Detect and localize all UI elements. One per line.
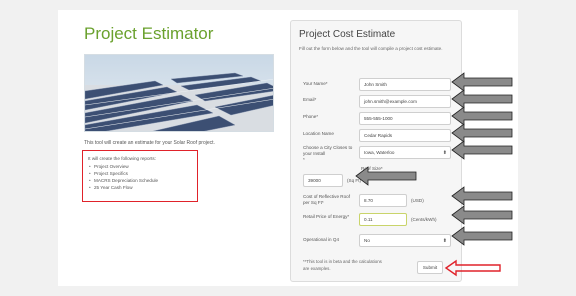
arrow-left-icon [444, 259, 501, 277]
arrow-left-icon [451, 89, 513, 109]
arrow-left-icon [451, 140, 513, 160]
page: Project Estimator This tool will create … [58, 10, 518, 286]
arrow-left-icon [451, 186, 513, 206]
arrow-left-icon [451, 123, 513, 143]
arrow-left-icon [451, 205, 513, 225]
arrow-left-icon [451, 226, 513, 246]
annotation-arrows [355, 72, 513, 277]
arrow-left-icon [451, 72, 513, 92]
arrow-left-icon [451, 106, 513, 126]
arrow-left-icon [355, 166, 417, 186]
